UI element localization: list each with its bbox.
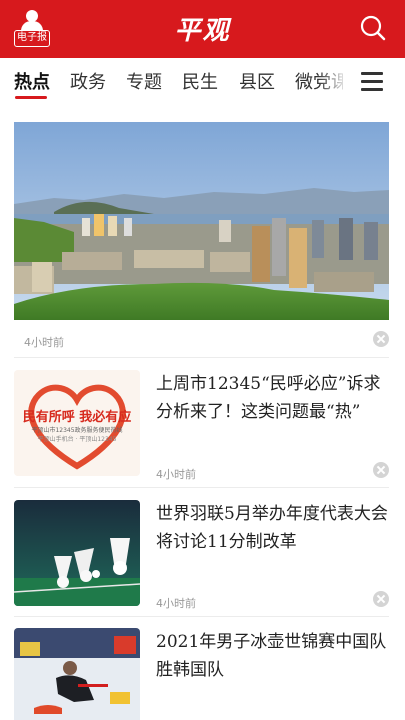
category-tabs: 热点 政务 专题 民生 县区 微党课 bbox=[0, 58, 405, 106]
search-icon bbox=[360, 15, 386, 41]
dismiss-button[interactable] bbox=[373, 462, 389, 478]
tab-hot[interactable]: 热点 bbox=[14, 68, 50, 94]
article-time: 4小时前 bbox=[156, 597, 196, 610]
article-title[interactable]: 世界羽联5月举办年度代表大会 将讨论11分制改革 bbox=[156, 500, 388, 556]
tab-government[interactable]: 政务 bbox=[70, 68, 106, 94]
thumb-subtext: 平顶山手机台 · 平顶山12345 bbox=[37, 436, 117, 443]
dismiss-button[interactable] bbox=[373, 331, 389, 347]
menu-button[interactable] bbox=[361, 72, 383, 92]
article-title[interactable]: 上周市12345“民呼必应”诉求分析来了！这类问题最“热” bbox=[156, 370, 388, 426]
hero-image[interactable] bbox=[14, 122, 389, 320]
thumb-subtext: 平顶山市12345政务服务便民热线 bbox=[31, 427, 123, 434]
article-thumbnail[interactable] bbox=[14, 628, 140, 720]
tab-special[interactable]: 专题 bbox=[126, 68, 162, 94]
article-title[interactable]: 2021年男子冰壶世锦赛中国队胜韩国队 bbox=[156, 628, 388, 684]
divider bbox=[14, 487, 389, 488]
app-logo: 平观 bbox=[174, 16, 231, 46]
divider bbox=[14, 616, 389, 617]
dismiss-button[interactable] bbox=[373, 591, 389, 607]
tab-county[interactable]: 县区 bbox=[239, 68, 275, 94]
article-thumbnail[interactable] bbox=[14, 500, 140, 606]
article-thumbnail[interactable]: 民有所呼 我必有应 平顶山市12345政务服务便民热线 平顶山手机台 · 平顶山… bbox=[14, 370, 140, 476]
top-bar: 电子报 平观 bbox=[0, 0, 405, 58]
active-tab-indicator bbox=[15, 96, 47, 99]
search-button[interactable] bbox=[359, 14, 387, 42]
article-time: 4小时前 bbox=[24, 336, 64, 349]
article-time: 4小时前 bbox=[156, 468, 196, 481]
tab-livelihood[interactable]: 民生 bbox=[182, 68, 218, 94]
news-feed[interactable]: 4小时前 民有所呼 我必有应 平顶山市12345政务服务便民热线 平顶山手机台 … bbox=[0, 106, 405, 720]
thumb-heading: 民有所呼 我必有应 bbox=[22, 410, 132, 425]
divider bbox=[14, 357, 389, 358]
